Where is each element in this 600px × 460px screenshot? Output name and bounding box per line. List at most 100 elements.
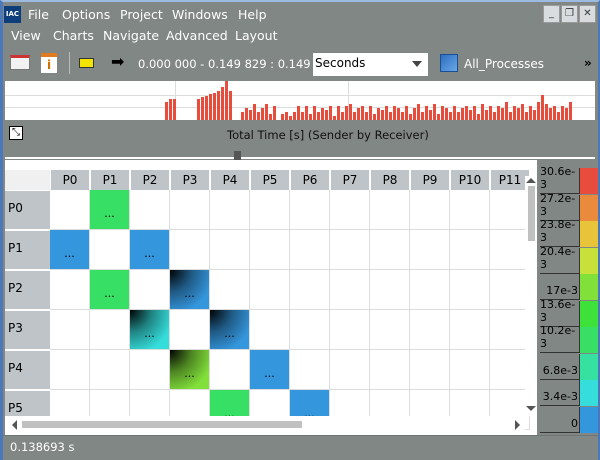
matrix-cell[interactable] [290,270,330,310]
matrix-cell-value[interactable]: ... [210,310,250,350]
unit-select[interactable]: Seconds [313,53,428,76]
row-header[interactable]: P4 [5,351,50,389]
matrix-cell-value[interactable]: ... [170,270,210,310]
row-header[interactable]: P2 [5,271,50,309]
matrix-cell[interactable] [210,190,250,230]
column-header[interactable]: P2 [131,170,169,190]
matrix-cell[interactable] [290,190,330,230]
matrix-cell-value[interactable]: ... [130,310,170,350]
matrix-cell[interactable] [450,190,490,230]
matrix-cell[interactable] [290,350,330,390]
row-header[interactable]: P0 [5,191,50,229]
matrix-cell[interactable] [210,350,250,390]
matrix-cell[interactable] [50,350,90,390]
scroll-up-icon[interactable] [526,178,536,183]
column-header[interactable]: P11 [491,170,529,190]
column-header[interactable]: P7 [331,170,369,190]
matrix-cell-value[interactable]: ... [50,230,90,270]
matrix-cell[interactable] [130,350,170,390]
matrix-cell[interactable] [450,270,490,310]
menu-windows[interactable]: Windows [172,7,228,22]
timeline-icon[interactable] [79,58,94,68]
matrix-cell-value[interactable]: ... [130,230,170,270]
process-group-label[interactable]: All_Processes [464,57,544,71]
process-group-icon[interactable] [440,54,458,72]
matrix-cell[interactable] [370,310,410,350]
column-header[interactable]: P9 [411,170,449,190]
matrix-cell[interactable] [290,310,330,350]
menu-layout[interactable]: Layout [235,28,278,43]
matrix-cell[interactable] [50,190,90,230]
matrix-cell[interactable] [130,190,170,230]
scroll-left-icon[interactable] [12,420,17,430]
matrix-cell[interactable] [490,350,530,390]
matrix-cell[interactable] [210,270,250,310]
matrix-cell[interactable] [250,310,290,350]
menu-help[interactable]: Help [238,7,267,22]
column-header[interactable]: P5 [251,170,289,190]
column-header[interactable]: P3 [171,170,209,190]
matrix-cell[interactable] [410,190,450,230]
matrix-cell[interactable] [170,230,210,270]
scroll-right-icon[interactable] [515,420,520,430]
matrix-cell[interactable] [330,190,370,230]
matrix-cell[interactable] [370,270,410,310]
column-header[interactable]: P0 [51,170,89,190]
matrix-cell[interactable] [490,310,530,350]
vertical-scroll-thumb[interactable] [528,186,535,241]
matrix-cell[interactable] [50,310,90,350]
toolbar-overflow-button[interactable]: » [584,56,592,70]
matrix-cell[interactable] [90,310,130,350]
column-header[interactable]: P1 [91,170,129,190]
horizontal-scrollbar[interactable] [5,416,525,433]
column-header[interactable]: P8 [371,170,409,190]
scroll-down-icon[interactable] [526,406,536,411]
restore-button[interactable]: ❐ [561,5,578,23]
matrix-cell[interactable] [250,270,290,310]
horizontal-scroll-thumb[interactable] [22,421,302,428]
matrix-cell[interactable] [210,230,250,270]
column-header[interactable]: P6 [291,170,329,190]
matrix-cell[interactable] [90,230,130,270]
matrix-cell[interactable] [490,270,530,310]
column-header[interactable]: P4 [211,170,249,190]
matrix-cell[interactable] [410,350,450,390]
matrix-cell[interactable] [490,190,530,230]
info-icon[interactable]: i [41,53,57,73]
minimize-button[interactable]: _ [543,5,560,23]
matrix-cell[interactable] [370,230,410,270]
matrix-cell[interactable] [130,270,170,310]
matrix-cell[interactable] [450,230,490,270]
matrix-cell-value[interactable]: ... [90,190,130,230]
matrix-cell[interactable] [370,350,410,390]
matrix-cell-value[interactable]: ... [90,270,130,310]
navigate-arrow-icon[interactable]: ➡ [111,52,131,74]
matrix-cell[interactable] [410,270,450,310]
menu-project[interactable]: Project [120,7,163,22]
zoom-slider-track[interactable] [5,157,595,159]
close-button[interactable]: ✕ [579,5,596,23]
menu-navigate[interactable]: Navigate [103,28,159,43]
column-header[interactable]: P10 [451,170,489,190]
matrix-cell[interactable] [90,350,130,390]
row-header[interactable]: P1 [5,231,50,269]
row-header[interactable]: P3 [5,311,50,349]
matrix-cell[interactable] [330,230,370,270]
matrix-cell[interactable] [50,270,90,310]
matrix-cell[interactable] [330,310,370,350]
matrix-cell[interactable] [250,190,290,230]
matrix-cell[interactable] [330,270,370,310]
fit-to-window-icon[interactable]: ⤡ [9,126,23,140]
menu-file[interactable]: File [28,7,49,22]
menu-charts[interactable]: Charts [53,28,94,43]
matrix-cell[interactable] [170,310,210,350]
menu-view[interactable]: View [11,28,41,43]
vertical-scrollbar[interactable] [525,176,537,416]
timeline-histogram[interactable] [5,81,595,120]
matrix-cell-value[interactable]: ... [250,350,290,390]
matrix-cell[interactable] [290,230,330,270]
menu-options[interactable]: Options [62,7,110,22]
matrix-cell[interactable] [450,310,490,350]
matrix-cell-value[interactable]: ... [170,350,210,390]
menu-advanced[interactable]: Advanced [166,28,228,43]
